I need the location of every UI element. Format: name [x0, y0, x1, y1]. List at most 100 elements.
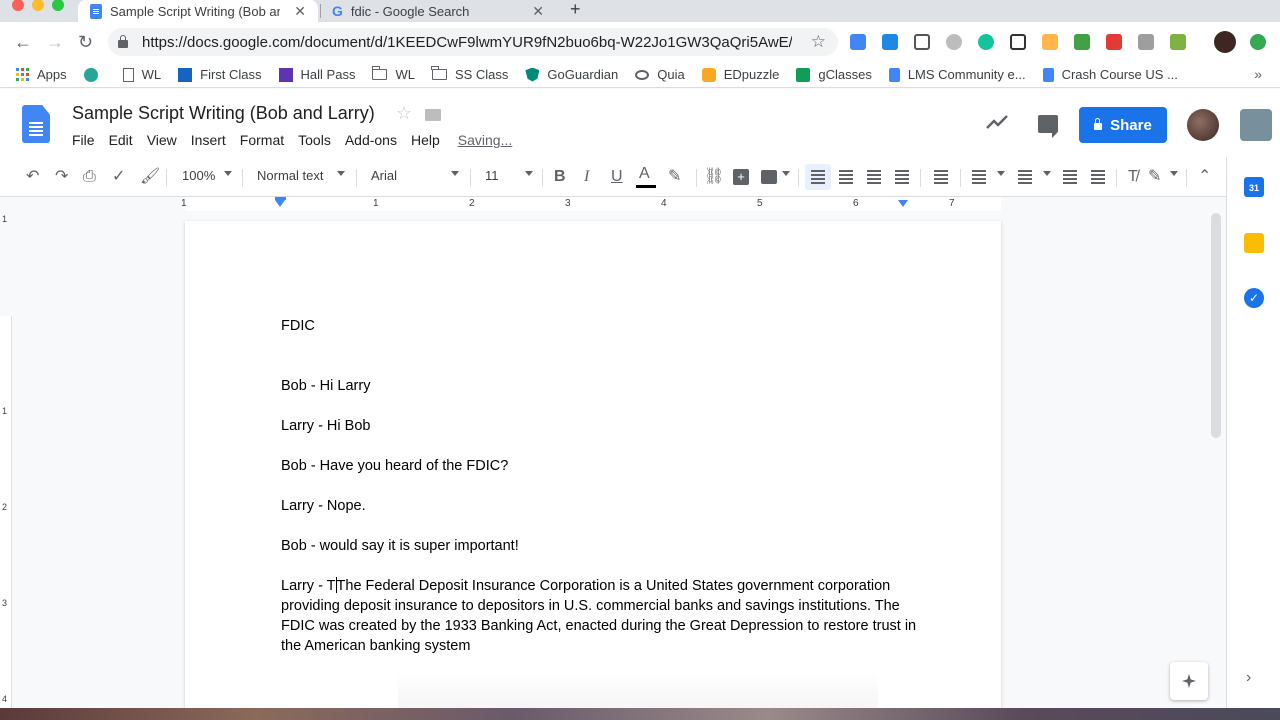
chevron-down-icon: [997, 171, 1005, 176]
close-icon[interactable]: ✕: [532, 3, 544, 20]
align-center-icon[interactable]: [839, 170, 853, 172]
bookmark-first-class[interactable]: First Class: [178, 67, 262, 82]
bookmark-gclasses[interactable]: gClasses: [796, 67, 872, 82]
align-right-icon[interactable]: [867, 170, 881, 172]
left-indent-marker[interactable]: [275, 200, 285, 207]
extension-icon[interactable]: [1010, 34, 1026, 50]
forward-button[interactable]: →: [46, 32, 64, 52]
explore-button[interactable]: [1170, 662, 1208, 700]
document-title[interactable]: Sample Script Writing (Bob and Larry): [72, 103, 375, 124]
back-button[interactable]: ←: [14, 32, 32, 52]
bookmark-wl-page[interactable]: WL: [122, 67, 161, 82]
increase-indent-icon[interactable]: [1091, 170, 1105, 172]
bookmark-crash-course[interactable]: Crash Course US ...: [1042, 67, 1178, 82]
menu-help[interactable]: Help: [411, 132, 440, 148]
bold-button[interactable]: B: [554, 167, 566, 187]
font-select[interactable]: Arial: [371, 168, 397, 183]
close-icon[interactable]: ✕: [294, 3, 306, 20]
right-indent-marker[interactable]: [898, 200, 908, 207]
text-color-button[interactable]: A: [639, 164, 650, 184]
spellcheck-icon[interactable]: ✓: [112, 167, 125, 187]
bookmark-quia[interactable]: Quia: [635, 67, 685, 82]
extension-icon[interactable]: [946, 34, 962, 50]
bookmark-wl-folder[interactable]: WL: [371, 66, 415, 82]
menu-file[interactable]: File: [72, 132, 95, 148]
link-icon[interactable]: ⛓: [704, 167, 724, 187]
menu-format[interactable]: Format: [240, 132, 284, 148]
clear-formatting-icon[interactable]: T̸: [1128, 167, 1138, 187]
chevron-right-icon[interactable]: ›: [1246, 669, 1251, 687]
move-folder-icon[interactable]: [425, 109, 441, 121]
menu-view[interactable]: View: [147, 132, 177, 148]
grammarly-icon[interactable]: [978, 34, 994, 50]
print-icon[interactable]: ⎙: [83, 167, 96, 187]
bulleted-list-icon[interactable]: [1018, 170, 1032, 172]
add-comment-icon[interactable]: +: [733, 169, 749, 185]
window-close-button[interactable]: [12, 0, 24, 11]
extension-icon[interactable]: [1042, 34, 1058, 50]
toolbar-divider: [542, 169, 543, 187]
editing-mode-icon[interactable]: ✎: [1148, 167, 1161, 187]
reload-button[interactable]: ↻: [78, 32, 93, 52]
paragraph-style-select[interactable]: Normal text: [257, 168, 323, 183]
menu-edit[interactable]: Edit: [109, 132, 133, 148]
justify-icon[interactable]: [895, 170, 909, 172]
profile-avatar[interactable]: [1214, 31, 1236, 53]
bookmark-star-icon[interactable]: ☆: [811, 32, 826, 52]
domain-logo-icon[interactable]: [1240, 109, 1272, 141]
underline-button[interactable]: U: [611, 167, 623, 187]
hide-menus-icon[interactable]: ⌃: [1198, 167, 1211, 187]
extension-icon[interactable]: [850, 34, 866, 50]
new-tab-button[interactable]: +: [570, 0, 581, 18]
tab-google-search[interactable]: G fdic - Google Search ✕: [322, 0, 556, 22]
window-zoom-button[interactable]: [52, 0, 64, 11]
tasks-icon[interactable]: ✓: [1244, 288, 1264, 308]
undo-icon[interactable]: ↶: [26, 167, 39, 187]
bookmark-apps[interactable]: Apps: [16, 67, 67, 82]
extension-icon[interactable]: [1106, 34, 1122, 50]
save-status[interactable]: Saving...: [458, 132, 512, 148]
bookmark-label: EDpuzzle: [723, 67, 780, 82]
italic-button[interactable]: I: [584, 167, 589, 187]
decrease-indent-icon[interactable]: [1063, 170, 1077, 172]
bookmark-hall-pass[interactable]: Hall Pass: [278, 67, 355, 82]
share-button[interactable]: Share: [1079, 107, 1167, 143]
insert-image-icon[interactable]: [761, 170, 777, 184]
star-icon[interactable]: ☆: [396, 103, 412, 124]
font-size-select[interactable]: 11: [485, 168, 499, 183]
bookmark-schoology[interactable]: [83, 67, 106, 82]
calendar-icon[interactable]: 31: [1244, 177, 1264, 197]
redo-icon[interactable]: ↷: [55, 167, 68, 187]
bookmark-edpuzzle[interactable]: EDpuzzle: [701, 67, 780, 82]
docs-home-icon[interactable]: [22, 105, 50, 143]
extension-icon[interactable]: [882, 34, 898, 50]
bookmark-goguardian[interactable]: GoGuardian: [525, 67, 618, 82]
menu-tools[interactable]: Tools: [298, 132, 331, 148]
keep-icon[interactable]: [1244, 233, 1264, 253]
tab-docs[interactable]: Sample Script Writing (Bob and Larry) ✕: [78, 0, 318, 22]
update-icon[interactable]: [1250, 34, 1266, 50]
extension-icon[interactable]: [914, 34, 930, 50]
highlight-icon[interactable]: ✎: [668, 167, 681, 187]
menu-insert[interactable]: Insert: [191, 132, 226, 148]
menu-addons[interactable]: Add-ons: [345, 132, 397, 148]
activity-dashboard-icon[interactable]: [986, 115, 1008, 129]
extension-icon[interactable]: [1074, 34, 1090, 50]
comment-history-icon[interactable]: [1038, 115, 1058, 138]
bookmarks-overflow-button[interactable]: »: [1254, 66, 1262, 82]
bookmark-lms-community[interactable]: LMS Community e...: [888, 67, 1026, 82]
line-spacing-icon[interactable]: [934, 170, 948, 172]
bookmark-ss-class[interactable]: SS Class: [431, 66, 508, 82]
numbered-list-icon[interactable]: [972, 170, 986, 172]
document-body[interactable]: FDIC Bob - Hi Larry Larry - Hi Bob Bob -…: [281, 316, 921, 656]
extension-icon[interactable]: [1170, 34, 1186, 50]
paint-format-icon[interactable]: 🖌: [140, 167, 160, 187]
align-left-button[interactable]: [805, 164, 831, 190]
zoom-select[interactable]: 100%: [182, 168, 215, 183]
extension-icon[interactable]: [1138, 34, 1154, 50]
account-avatar[interactable]: [1187, 109, 1219, 141]
address-bar[interactable]: https://docs.google.com/document/d/1KEED…: [108, 28, 838, 56]
document-scrollbar[interactable]: [1211, 213, 1221, 438]
window-minimize-button[interactable]: [32, 0, 44, 11]
script-line: Bob - Have you heard of the FDIC?: [281, 458, 509, 474]
